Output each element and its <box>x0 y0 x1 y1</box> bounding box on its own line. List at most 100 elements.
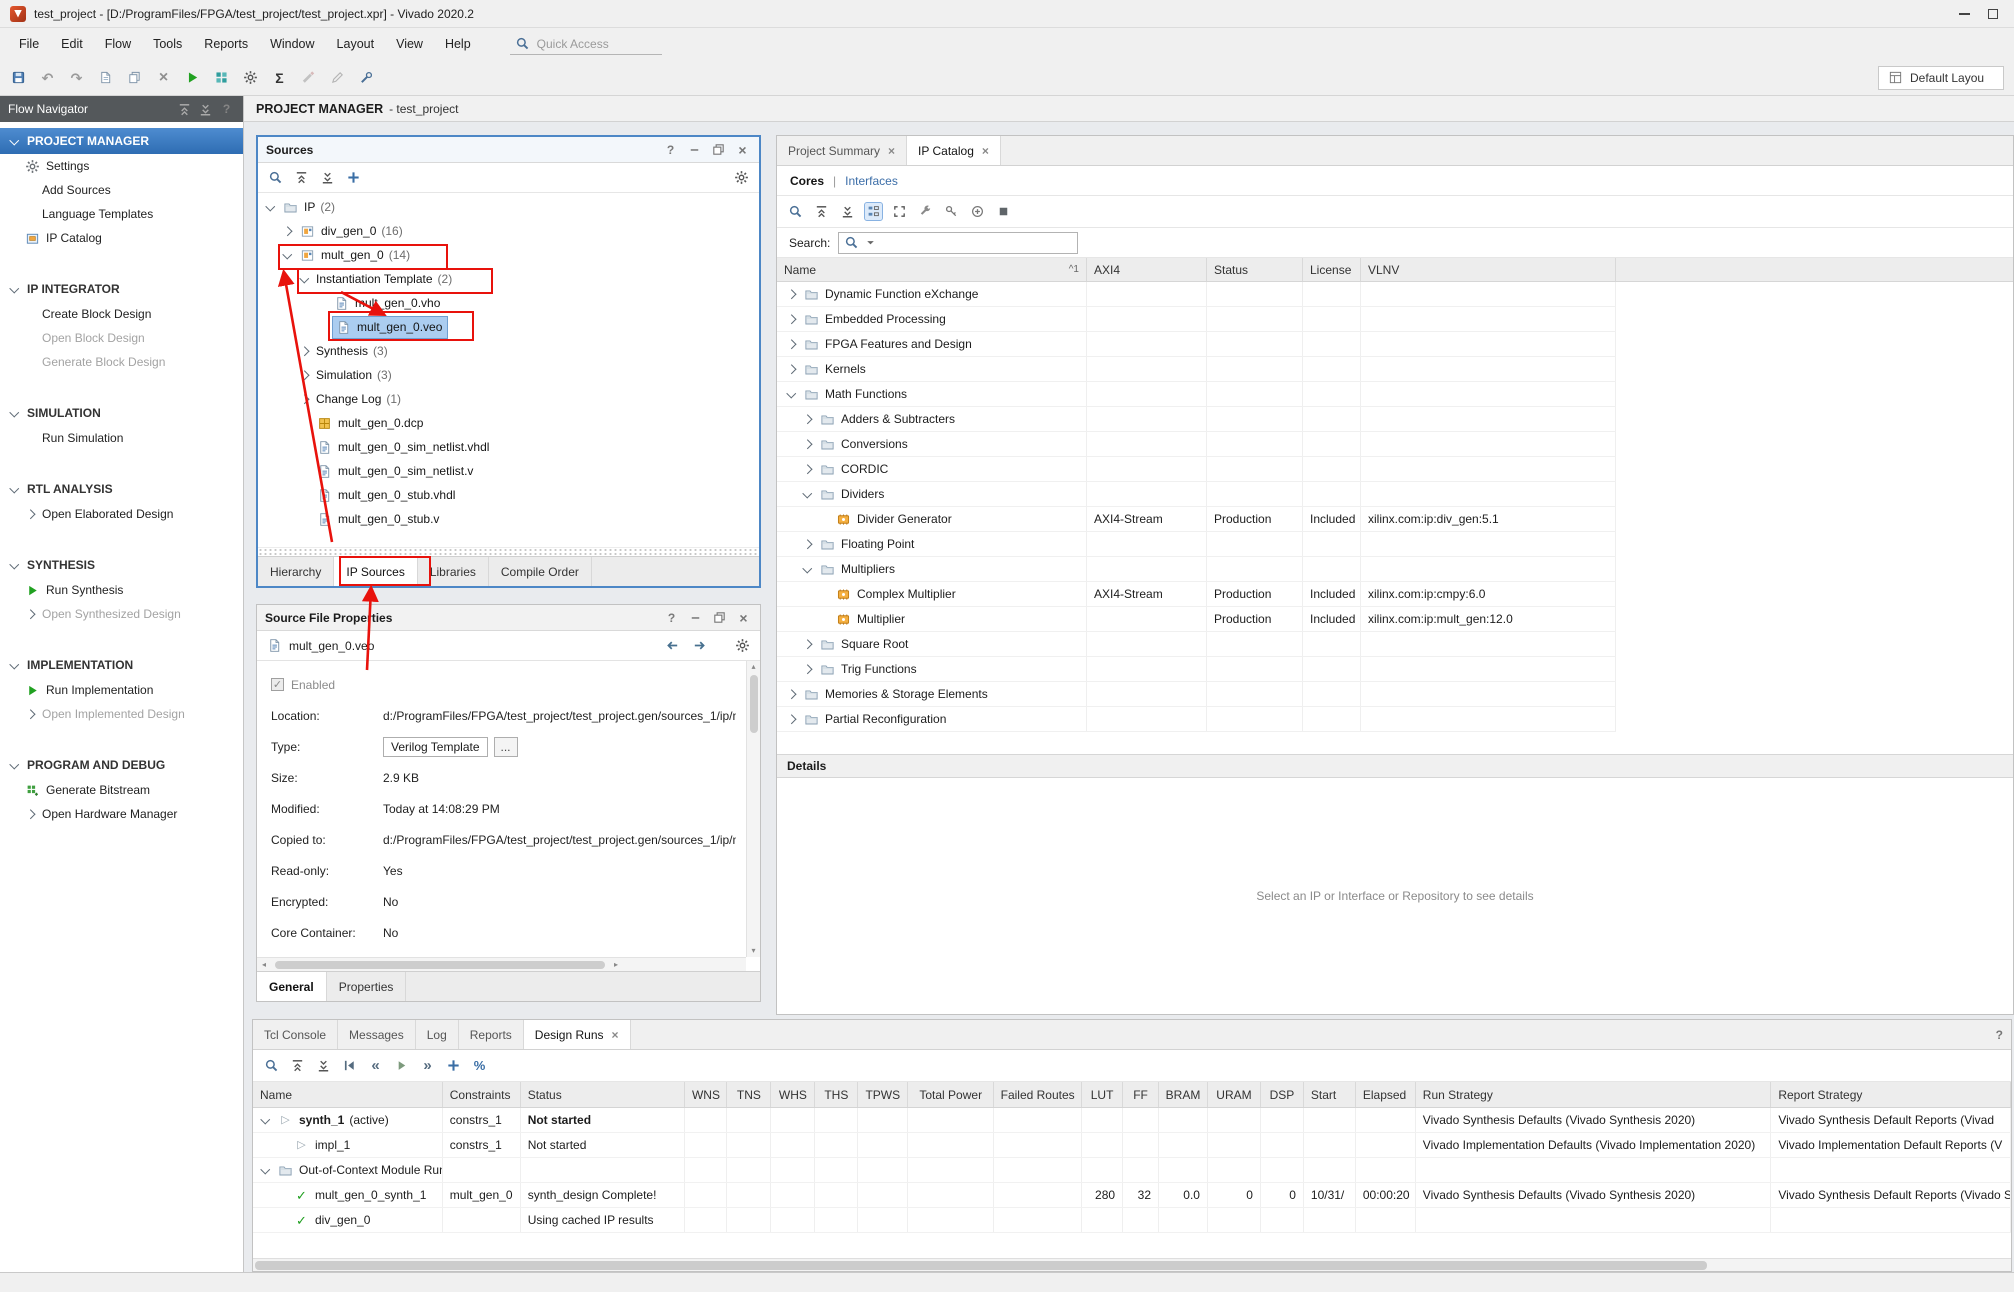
chevron-down-icon[interactable] <box>8 135 21 148</box>
chevron-right-icon[interactable] <box>298 369 311 382</box>
chevron-right-icon[interactable] <box>785 338 798 351</box>
chevron-right-icon[interactable] <box>24 808 37 821</box>
chevron-right-icon[interactable] <box>801 438 814 451</box>
search-icon[interactable] <box>267 169 284 186</box>
sources-tree-item-mult-gen-0-sim-netlist-vhdl[interactable]: mult_gen_0_sim_netlist.vhdl <box>258 435 759 459</box>
column-header-dsp[interactable]: DSP <box>1261 1082 1304 1107</box>
column-header-tns[interactable]: TNS <box>727 1082 771 1107</box>
tab-ip-sources[interactable]: IP Sources <box>334 557 417 586</box>
chevron-right-icon[interactable] <box>801 538 814 551</box>
chevron-right-icon[interactable] <box>785 313 798 326</box>
catalog-row-trig-functions[interactable]: Trig Functions <box>777 657 1616 682</box>
chevron-right-icon[interactable] <box>281 225 294 238</box>
step-icon[interactable] <box>213 69 230 86</box>
sources-tree-item-mult-gen-0-vho[interactable]: mult_gen_0.vho <box>258 291 759 315</box>
column-header-uram[interactable]: URAM <box>1208 1082 1261 1107</box>
sources-tree-item-div-gen-0[interactable]: div_gen_0(16) <box>258 219 759 243</box>
run-row-out-of-context-module-runs[interactable]: Out-of-Context Module Runs <box>253 1158 2011 1183</box>
enabled-checkbox[interactable]: ✓ <box>271 678 284 691</box>
minimize-icon[interactable] <box>686 141 703 158</box>
chevron-right-icon[interactable] <box>801 413 814 426</box>
flownav-item-open-implemented-design[interactable]: Open Implemented Design <box>0 702 243 726</box>
close-icon[interactable]: × <box>735 609 752 626</box>
column-header-constraints[interactable]: Constraints <box>443 1082 521 1107</box>
redo-icon[interactable]: ↷ <box>68 69 85 86</box>
sources-hscrollbar[interactable] <box>258 547 759 556</box>
menu-help[interactable]: Help <box>434 33 482 55</box>
flownav-item-open-synthesized-design[interactable]: Open Synthesized Design <box>0 602 243 626</box>
console-tab-design-runs[interactable]: Design Runs× <box>524 1020 631 1049</box>
flownav-section-synthesis[interactable]: SYNTHESIS <box>0 552 243 578</box>
catalog-row-cordic[interactable]: CORDIC <box>777 457 1616 482</box>
chevron-down-icon[interactable] <box>298 273 311 286</box>
chevron-down-icon[interactable] <box>281 249 294 262</box>
flownav-section-program-and-debug[interactable]: PROGRAM AND DEBUG <box>0 752 243 778</box>
float-icon[interactable] <box>710 141 727 158</box>
scroll-down-icon[interactable]: ▾ <box>751 945 755 957</box>
chevron-down-icon[interactable] <box>8 407 21 420</box>
close-icon[interactable]: × <box>982 144 989 158</box>
tab-hierarchy[interactable]: Hierarchy <box>258 557 334 586</box>
flownav-item-open-hardware-manager[interactable]: Open Hardware Manager <box>0 802 243 826</box>
flownav-item-create-block-design[interactable]: Create Block Design <box>0 302 243 326</box>
run-row-div-gen-0[interactable]: ✓div_gen_0Using cached IP results <box>253 1208 2011 1233</box>
probe-icon[interactable] <box>358 69 375 86</box>
copy-icon[interactable] <box>126 69 143 86</box>
flownav-section-project-manager[interactable]: PROJECT MANAGER <box>0 128 243 154</box>
chevron-right-icon[interactable] <box>801 638 814 651</box>
column-header-tpws[interactable]: TPWS <box>858 1082 908 1107</box>
run-icon[interactable] <box>184 69 201 86</box>
flownav-section-simulation[interactable]: SIMULATION <box>0 400 243 426</box>
chevron-down-icon[interactable] <box>259 1164 272 1177</box>
column-header-name[interactable]: Name <box>253 1082 443 1107</box>
close-icon[interactable]: × <box>888 144 895 158</box>
hscroll-thumb[interactable] <box>255 1261 1707 1270</box>
expand-all-icon[interactable] <box>319 169 336 186</box>
chevron-right-icon[interactable] <box>298 393 311 406</box>
catalog-row-conversions[interactable]: Conversions <box>777 432 1616 457</box>
search-icon[interactable] <box>263 1057 280 1074</box>
forward-icon[interactable] <box>691 637 708 654</box>
sources-tree-item-instantiation-template[interactable]: Instantiation Template(2) <box>258 267 759 291</box>
forward2-icon[interactable]: » <box>419 1057 436 1074</box>
menu-layout[interactable]: Layout <box>326 33 386 55</box>
sources-tree-item-simulation[interactable]: Simulation(3) <box>258 363 759 387</box>
browse-button[interactable]: ... <box>494 737 518 757</box>
flownav-item-ip-catalog[interactable]: IP Catalog <box>0 226 243 250</box>
catalog-row-complex-multiplier[interactable]: Complex MultiplierAXI4-StreamProductionI… <box>777 582 1616 607</box>
sources-tree-item-mult-gen-0-stub-v[interactable]: mult_gen_0_stub.v <box>258 507 759 531</box>
chevron-right-icon[interactable] <box>24 608 37 621</box>
chevron-right-icon[interactable] <box>785 688 798 701</box>
chevron-right-icon[interactable] <box>785 288 798 301</box>
flownav-item-generate-bitstream[interactable]: Generate Bitstream <box>0 778 243 802</box>
properties-vscrollbar[interactable]: ▴ ▾ <box>746 661 760 957</box>
chevron-down-icon[interactable] <box>8 559 21 572</box>
back-icon[interactable] <box>664 637 681 654</box>
percent-icon[interactable]: % <box>471 1057 488 1074</box>
settings-icon[interactable] <box>242 69 259 86</box>
minimize-icon[interactable] <box>687 609 704 626</box>
editor-tab-project-summary[interactable]: Project Summary× <box>777 136 907 165</box>
chevron-right-icon[interactable] <box>785 363 798 376</box>
add-icon[interactable] <box>345 169 362 186</box>
sources-tree-item-mult-gen-0-veo[interactable]: mult_gen_0.veo <box>258 315 759 339</box>
column-header-ths[interactable]: THS <box>815 1082 858 1107</box>
collapse-all-icon[interactable] <box>176 101 193 118</box>
column-header-status[interactable]: Status <box>1207 258 1303 281</box>
chevron-down-icon[interactable] <box>8 659 21 672</box>
catalog-row-multiplier[interactable]: MultiplierProductionIncludedxilinx.com:i… <box>777 607 1616 632</box>
console-tab-log[interactable]: Log <box>416 1020 459 1049</box>
sources-tree-item-mult-gen-0-stub-vhdl[interactable]: mult_gen_0_stub.vhdl <box>258 483 759 507</box>
run-row-mult-gen-0-synth-1[interactable]: ✓mult_gen_0_synth_1mult_gen_0synth_desig… <box>253 1183 2011 1208</box>
settings-icon[interactable] <box>733 169 750 186</box>
restore-button[interactable] <box>1988 9 1998 19</box>
console-tab-tcl-console[interactable]: Tcl Console <box>253 1020 338 1049</box>
chevron-down-icon[interactable] <box>8 483 21 496</box>
vscroll-thumb[interactable] <box>750 675 758 733</box>
column-header-elapsed[interactable]: Elapsed <box>1356 1082 1416 1107</box>
catalog-row-memories-storage-elements[interactable]: Memories & Storage Elements <box>777 682 1616 707</box>
chevron-down-icon[interactable] <box>785 388 798 401</box>
tab-general[interactable]: General <box>257 972 327 1001</box>
flownav-item-run-synthesis[interactable]: Run Synthesis <box>0 578 243 602</box>
column-header-failed-routes[interactable]: Failed Routes <box>994 1082 1082 1107</box>
